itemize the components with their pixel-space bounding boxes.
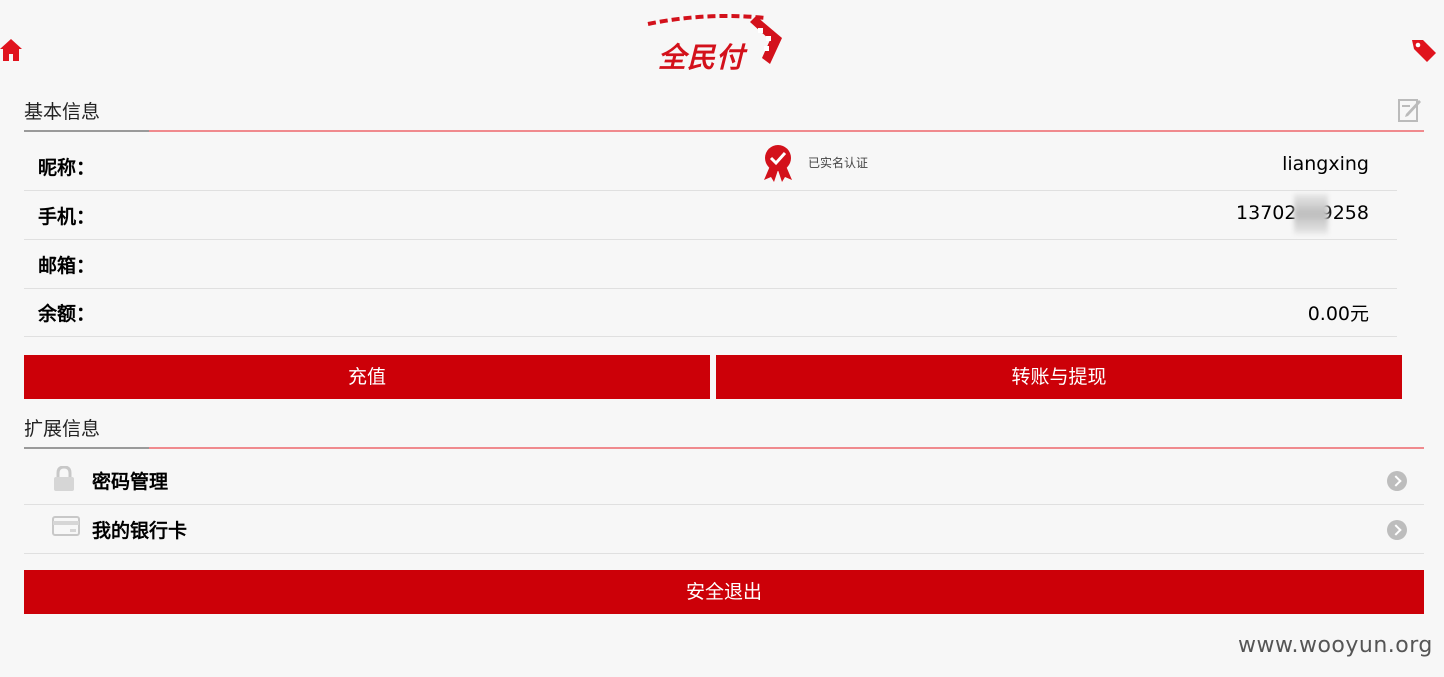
password-management-item[interactable]: 密码管理 [24,456,1424,505]
transfer-withdraw-button[interactable]: 转账与提现 [716,355,1402,399]
nickname-label: 昵称： [38,157,96,179]
basic-info-title: 基本信息 [24,101,101,123]
my-bank-card-item[interactable]: 我的银行卡 [24,505,1424,554]
email-label: 邮箱： [38,255,96,277]
phone-label: 手机： [38,206,96,228]
logo: 全民付 [646,14,788,74]
nickname-row: 昵称： 已实名认证 liangxing [24,142,1397,191]
nickname-value: liangxing [1282,153,1369,175]
redaction-blur [1294,194,1328,234]
balance-label: 余额： [38,303,96,325]
verified-icon [762,142,794,186]
tag-icon[interactable] [1410,36,1438,64]
extended-info-divider [24,447,1424,449]
my-bank-card-label: 我的银行卡 [92,520,188,542]
extended-info-title: 扩展信息 [24,418,101,440]
email-row: 邮箱： [24,240,1397,289]
password-management-label: 密码管理 [92,471,169,493]
bank-card-icon [52,515,80,541]
logout-button[interactable]: 安全退出 [24,570,1424,614]
chevron-right-icon [1387,520,1407,540]
basic-info-divider [24,130,1424,132]
phone-row: 手机： 13702 9258 [24,191,1397,240]
edit-icon[interactable] [1398,97,1422,123]
lock-icon [52,465,76,496]
balance-value: 0.00元 [1307,303,1369,325]
chevron-right-icon [1387,471,1407,491]
logo-text: 全民付 [658,41,746,74]
watermark: www.wooyun.org [1238,633,1433,658]
home-icon[interactable] [0,37,22,63]
recharge-button[interactable]: 充值 [24,355,710,399]
verified-badge-text: 已实名认证 [808,156,869,170]
balance-row: 余额： 0.00元 [24,288,1397,337]
